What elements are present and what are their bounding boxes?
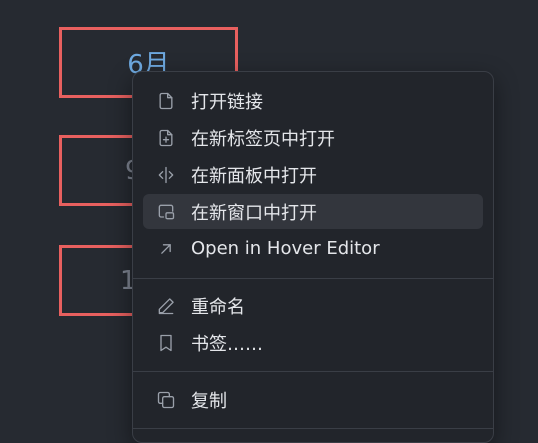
menu-item-bookmark[interactable]: 书签…… [143, 325, 483, 360]
menu-item-label: 复制 [191, 390, 227, 412]
context-menu: 打开链接 在新标签页中打开 在新面板中打开 在新窗口中打开 Open in Ho… [132, 71, 494, 443]
menu-item-copy[interactable]: 复制 [143, 382, 483, 417]
menu-item-open-hover-editor[interactable]: Open in Hover Editor [143, 231, 483, 266]
menu-separator [133, 371, 493, 372]
arrow-up-right-icon [155, 238, 177, 260]
menu-item-label: 在新窗口中打开 [191, 202, 317, 224]
menu-separator [133, 278, 493, 279]
copy-icon [155, 389, 177, 411]
menu-item-label: Open in Hover Editor [191, 238, 380, 259]
split-icon [155, 164, 177, 186]
window-icon [155, 201, 177, 223]
menu-item-label: 在新面板中打开 [191, 165, 317, 187]
menu-item-open-link[interactable]: 打开链接 [143, 83, 483, 118]
menu-item-open-new-pane[interactable]: 在新面板中打开 [143, 157, 483, 192]
pencil-icon [155, 295, 177, 317]
menu-item-open-new-tab[interactable]: 在新标签页中打开 [143, 120, 483, 155]
menu-item-open-new-window[interactable]: 在新窗口中打开 [143, 194, 483, 229]
menu-item-label: 重命名 [191, 296, 245, 318]
file-icon [155, 90, 177, 112]
menu-item-label: 打开链接 [191, 91, 263, 113]
bookmark-icon [155, 332, 177, 354]
file-plus-icon [155, 127, 177, 149]
menu-item-label: 书签…… [191, 333, 263, 355]
menu-item-label: 在新标签页中打开 [191, 128, 335, 150]
menu-item-rename[interactable]: 重命名 [143, 288, 483, 323]
